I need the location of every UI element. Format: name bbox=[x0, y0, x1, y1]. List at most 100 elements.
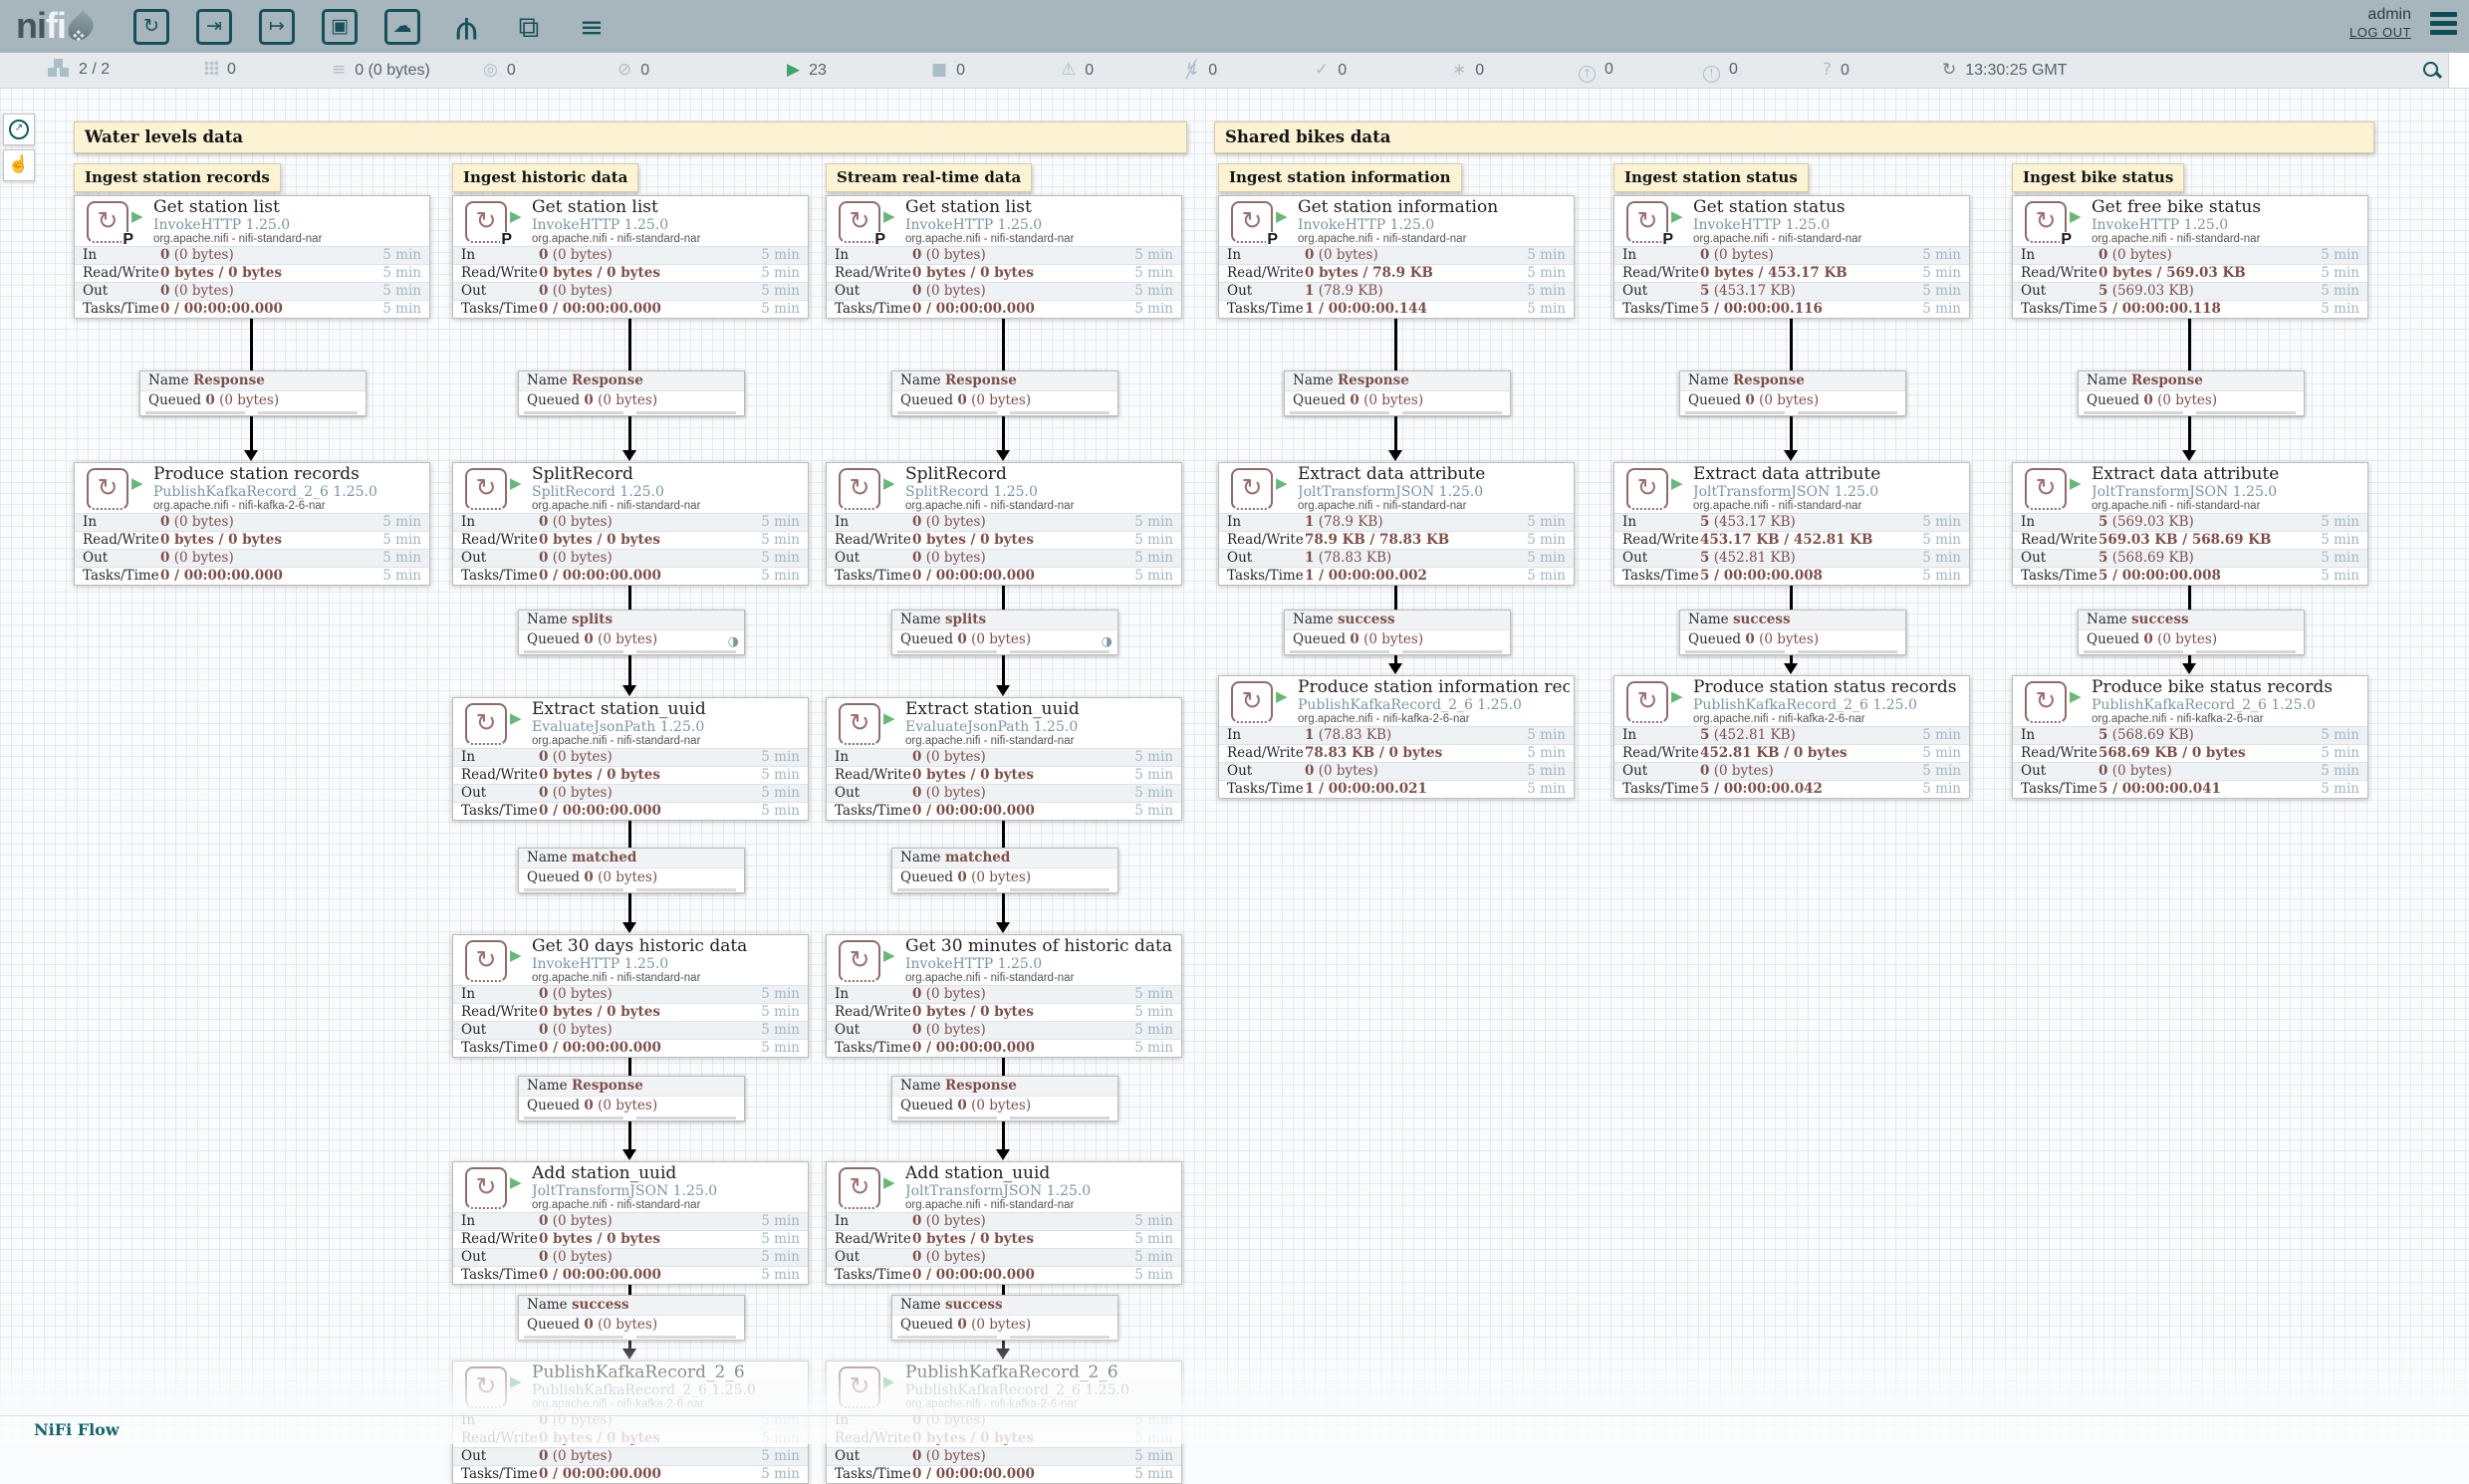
processor[interactable]: ↻▶Produce station information rec...Publ… bbox=[1218, 675, 1575, 799]
processor-name: Extract station_uuid bbox=[905, 700, 1177, 719]
connection-label[interactable]: Name matchedQueued 0 (0 bytes) bbox=[891, 848, 1118, 893]
processor-type-icon: ↻ bbox=[839, 1366, 880, 1408]
processor-icon[interactable]: ↻ bbox=[133, 9, 169, 45]
stat-value: 0 bytes / 0 bytes bbox=[539, 532, 660, 549]
stat-period: 5 min bbox=[1134, 986, 1173, 1003]
stat-value: 0 (0 bytes) bbox=[912, 514, 986, 531]
processor-bundle: org.apache.nifi - nifi-standard-nar bbox=[1298, 500, 1570, 513]
process-group-label[interactable]: Shared bikes data bbox=[1214, 122, 2374, 153]
breadcrumb[interactable]: NiFi Flow bbox=[34, 1420, 120, 1439]
logout-link[interactable]: LOG OUT bbox=[2349, 25, 2411, 40]
label-icon[interactable]: ≡ bbox=[573, 9, 611, 47]
stat-row-read-write: Read/Write452.81 KB / 0 bytes5 min bbox=[1614, 744, 1969, 762]
processor[interactable]: ↻P▶Get free bike statusInvokeHTTP 1.25.0… bbox=[2012, 195, 2368, 319]
connection-label[interactable]: Name ResponseQueued 0 (0 bytes) bbox=[518, 371, 745, 416]
processor[interactable]: ↻▶Produce station status recordsPublishK… bbox=[1613, 675, 1970, 799]
flow-section-label[interactable]: Ingest station records bbox=[74, 163, 281, 192]
output-port-icon[interactable]: ↦ bbox=[259, 9, 295, 45]
stat-row-in: In5 (452.81 KB)5 min bbox=[1614, 726, 1969, 744]
connection-label[interactable]: Name successQueued 0 (0 bytes) bbox=[518, 1295, 745, 1341]
processor-text: Get free bike statusInvokeHTTP 1.25.0org… bbox=[2092, 198, 2363, 246]
birdseye-toggle[interactable]: ↗ bbox=[3, 114, 35, 145]
processor[interactable]: ↻▶Extract data attributeJoltTransformJSO… bbox=[1218, 462, 1575, 586]
processor[interactable]: ↻▶Add station_uuidJoltTransformJSON 1.25… bbox=[826, 1161, 1182, 1285]
stat-row-tasks-time: Tasks/Time0 / 00:00:00.0005 min bbox=[827, 1465, 1181, 1483]
processor-bundle: org.apache.nifi - nifi-standard-nar bbox=[532, 1199, 804, 1212]
backpressure-size-bar bbox=[1010, 1116, 1110, 1119]
stat-value: 0 (0 bytes) bbox=[539, 785, 613, 802]
connection-label[interactable]: Name ResponseQueued 0 (0 bytes) bbox=[1284, 371, 1511, 416]
processor[interactable]: ↻▶Get 30 days historic dataInvokeHTTP 1.… bbox=[452, 934, 809, 1058]
connection-label[interactable]: Name ResponseQueued 0 (0 bytes) bbox=[891, 371, 1118, 416]
funnel-icon[interactable]: Ψ bbox=[447, 9, 485, 47]
global-menu-icon[interactable] bbox=[2430, 12, 2457, 39]
processor[interactable]: ↻▶Extract data attributeJoltTransformJSO… bbox=[2012, 462, 2368, 586]
processor[interactable]: ↻▶Extract data attributeJoltTransformJSO… bbox=[1613, 462, 1970, 586]
flow-section-label[interactable]: Ingest station status bbox=[1613, 163, 1809, 192]
run-status-icon: ▶ bbox=[510, 1175, 522, 1190]
processor-type: EvaluateJsonPath 1.25.0 bbox=[905, 719, 1177, 735]
stat-period: 5 min bbox=[1527, 532, 1566, 549]
flow-section-label[interactable]: Ingest station information bbox=[1218, 163, 1462, 192]
processor-header: ↻P▶Get free bike statusInvokeHTTP 1.25.0… bbox=[2013, 196, 2367, 246]
flow-section-label[interactable]: Stream real-time data bbox=[826, 163, 1032, 192]
search-button[interactable] bbox=[2422, 61, 2442, 81]
processor[interactable]: ↻▶Add station_uuidJoltTransformJSON 1.25… bbox=[452, 1161, 809, 1285]
processor-type: InvokeHTTP 1.25.0 bbox=[153, 217, 425, 233]
processor[interactable]: ↻▶Produce bike status recordsPublishKafk… bbox=[2012, 675, 2368, 799]
hand-tool[interactable]: ☝ bbox=[3, 149, 35, 181]
flow-section-label[interactable]: Ingest historic data bbox=[452, 163, 638, 192]
connection-label[interactable]: Name successQueued 0 (0 bytes) bbox=[1284, 610, 1511, 655]
connection-label[interactable]: Name successQueued 0 (0 bytes) bbox=[891, 1295, 1118, 1341]
remote-process-group-icon[interactable]: ☁ bbox=[384, 9, 420, 45]
connection-label[interactable]: Name matchedQueued 0 (0 bytes) bbox=[518, 848, 745, 893]
processor[interactable]: ↻▶SplitRecordSplitRecord 1.25.0org.apach… bbox=[826, 462, 1182, 586]
search-field-strip[interactable] bbox=[2448, 53, 2469, 88]
connection-label[interactable]: Name ResponseQueued 0 (0 bytes) bbox=[2078, 371, 2305, 416]
processor[interactable]: ↻P▶Get station informationInvokeHTTP 1.2… bbox=[1218, 195, 1575, 319]
connection-name-row: Name success bbox=[519, 1296, 744, 1316]
template-icon[interactable]: ⧉ bbox=[510, 9, 548, 47]
connection-label[interactable]: Name splitsQueued 0 (0 bytes)◑ bbox=[518, 610, 745, 655]
stat-period: 5 min bbox=[1134, 749, 1173, 766]
input-port-icon[interactable]: ⇥ bbox=[196, 9, 232, 45]
processor-type-icon: ↻P bbox=[465, 201, 507, 243]
process-group-icon[interactable]: ▣ bbox=[322, 9, 358, 45]
connection-label[interactable]: Name successQueued 0 (0 bytes) bbox=[2078, 610, 2305, 655]
flow-canvas[interactable]: ↗ ☝ Water levels data Shared bikes data Inge… bbox=[0, 0, 2469, 1443]
connection-label[interactable]: Name ResponseQueued 0 (0 bytes) bbox=[891, 1076, 1118, 1121]
connection-label[interactable]: Name splitsQueued 0 (0 bytes)◑ bbox=[891, 610, 1118, 655]
stat-row-read-write: Read/Write568.69 KB / 0 bytes5 min bbox=[2013, 744, 2367, 762]
queue-indicator-bars bbox=[2079, 410, 2304, 415]
processor[interactable]: ↻▶Get 30 minutes of historic dataInvokeH… bbox=[826, 934, 1182, 1058]
stat-row-out: Out0 (0 bytes)5 min bbox=[827, 1021, 1181, 1039]
processor[interactable]: ↻▶SplitRecordSplitRecord 1.25.0org.apach… bbox=[452, 462, 809, 586]
refresh-control[interactable]: ↻13:30:25 GMT bbox=[1942, 53, 2068, 87]
refresh-icon[interactable]: ↻ bbox=[1942, 60, 1956, 80]
processor[interactable]: ↻P▶Get station listInvokeHTTP 1.25.0org.… bbox=[452, 195, 809, 319]
stat-period: 5 min bbox=[2321, 550, 2359, 567]
stat-value: 0 (0 bytes) bbox=[1305, 763, 1378, 780]
backpressure-size-bar bbox=[1010, 1336, 1110, 1339]
stat-value: 1 / 00:00:00.021 bbox=[1305, 781, 1427, 798]
processor[interactable]: ↻P▶Get station listInvokeHTTP 1.25.0org.… bbox=[74, 195, 430, 319]
processor[interactable]: ↻P▶Get station statusInvokeHTTP 1.25.0or… bbox=[1613, 195, 1970, 319]
connection-label[interactable]: Name ResponseQueued 0 (0 bytes) bbox=[1679, 371, 1906, 416]
flow-section-label[interactable]: Ingest bike status bbox=[2012, 163, 2184, 192]
connection-name-row: Name success bbox=[1680, 611, 1905, 630]
connection-label[interactable]: Name ResponseQueued 0 (0 bytes) bbox=[518, 1076, 745, 1121]
stat-value: 5 (568.69 KB) bbox=[2099, 727, 2194, 744]
connection-label[interactable]: Name ResponseQueued 0 (0 bytes) bbox=[139, 371, 367, 416]
stat-value: 453.17 KB / 452.81 KB bbox=[1700, 532, 1872, 549]
process-group-label[interactable]: Water levels data bbox=[74, 122, 1187, 153]
status-count: 0 (0 bytes) bbox=[355, 62, 430, 79]
processor[interactable]: ↻▶Extract station_uuidEvaluateJsonPath 1… bbox=[826, 697, 1182, 821]
backpressure-object-bar bbox=[1685, 650, 1785, 653]
connection-label[interactable]: Name successQueued 0 (0 bytes) bbox=[1679, 610, 1906, 655]
transmitting-icon: ◎ bbox=[483, 60, 498, 80]
processor-text: PublishKafkaRecord_2_6PublishKafkaRecord… bbox=[532, 1363, 804, 1411]
processor[interactable]: ↻▶Produce station recordsPublishKafkaRec… bbox=[74, 462, 430, 586]
status-item-queued: ≡0 (0 bytes) bbox=[332, 53, 430, 87]
processor[interactable]: ↻▶Extract station_uuidEvaluateJsonPath 1… bbox=[452, 697, 809, 821]
processor[interactable]: ↻P▶Get station listInvokeHTTP 1.25.0org.… bbox=[826, 195, 1182, 319]
